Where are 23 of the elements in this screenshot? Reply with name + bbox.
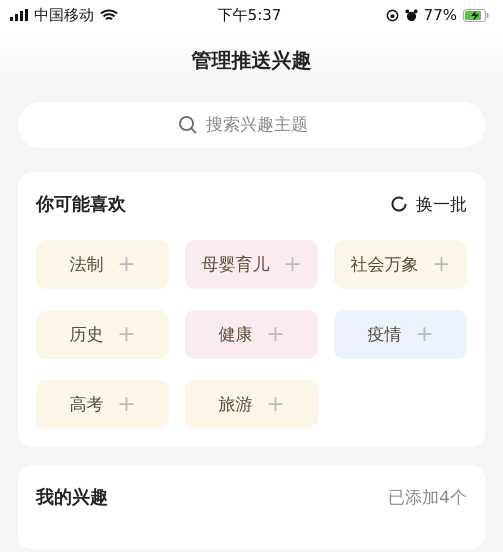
page-title: 管理推送兴趣	[192, 46, 312, 74]
added-count: 已添加4个	[388, 486, 467, 508]
battery-charging-icon	[463, 8, 489, 22]
interest-tag[interactable]: 疫情 +	[334, 310, 467, 359]
section-heading: 你可能喜欢	[36, 193, 126, 216]
refresh-button[interactable]: 换一批	[390, 192, 467, 216]
interest-tag[interactable]: 社会万象 +	[334, 240, 467, 289]
interest-tag[interactable]: 母婴育儿 +	[185, 240, 318, 289]
battery-percent: 77%	[424, 6, 457, 24]
section-heading: 我的兴趣	[36, 486, 108, 509]
search-field[interactable]: 搜索兴趣主题	[18, 102, 485, 148]
wifi-icon	[100, 8, 118, 22]
interest-tag[interactable]: 法制 +	[36, 240, 169, 289]
interest-tag[interactable]: 健康 +	[185, 310, 318, 359]
carrier-name: 中国移动	[34, 6, 94, 24]
clock-time: 下午5:37	[218, 6, 282, 24]
rotation-lock-icon	[386, 8, 399, 22]
refresh-icon	[390, 195, 408, 213]
alarm-icon	[404, 8, 418, 22]
signal-icon	[10, 9, 28, 21]
interest-tag[interactable]: 高考 +	[36, 380, 169, 429]
interest-tag[interactable]: 历史 +	[36, 310, 169, 359]
interest-tag[interactable]: 旅游 +	[185, 380, 318, 429]
